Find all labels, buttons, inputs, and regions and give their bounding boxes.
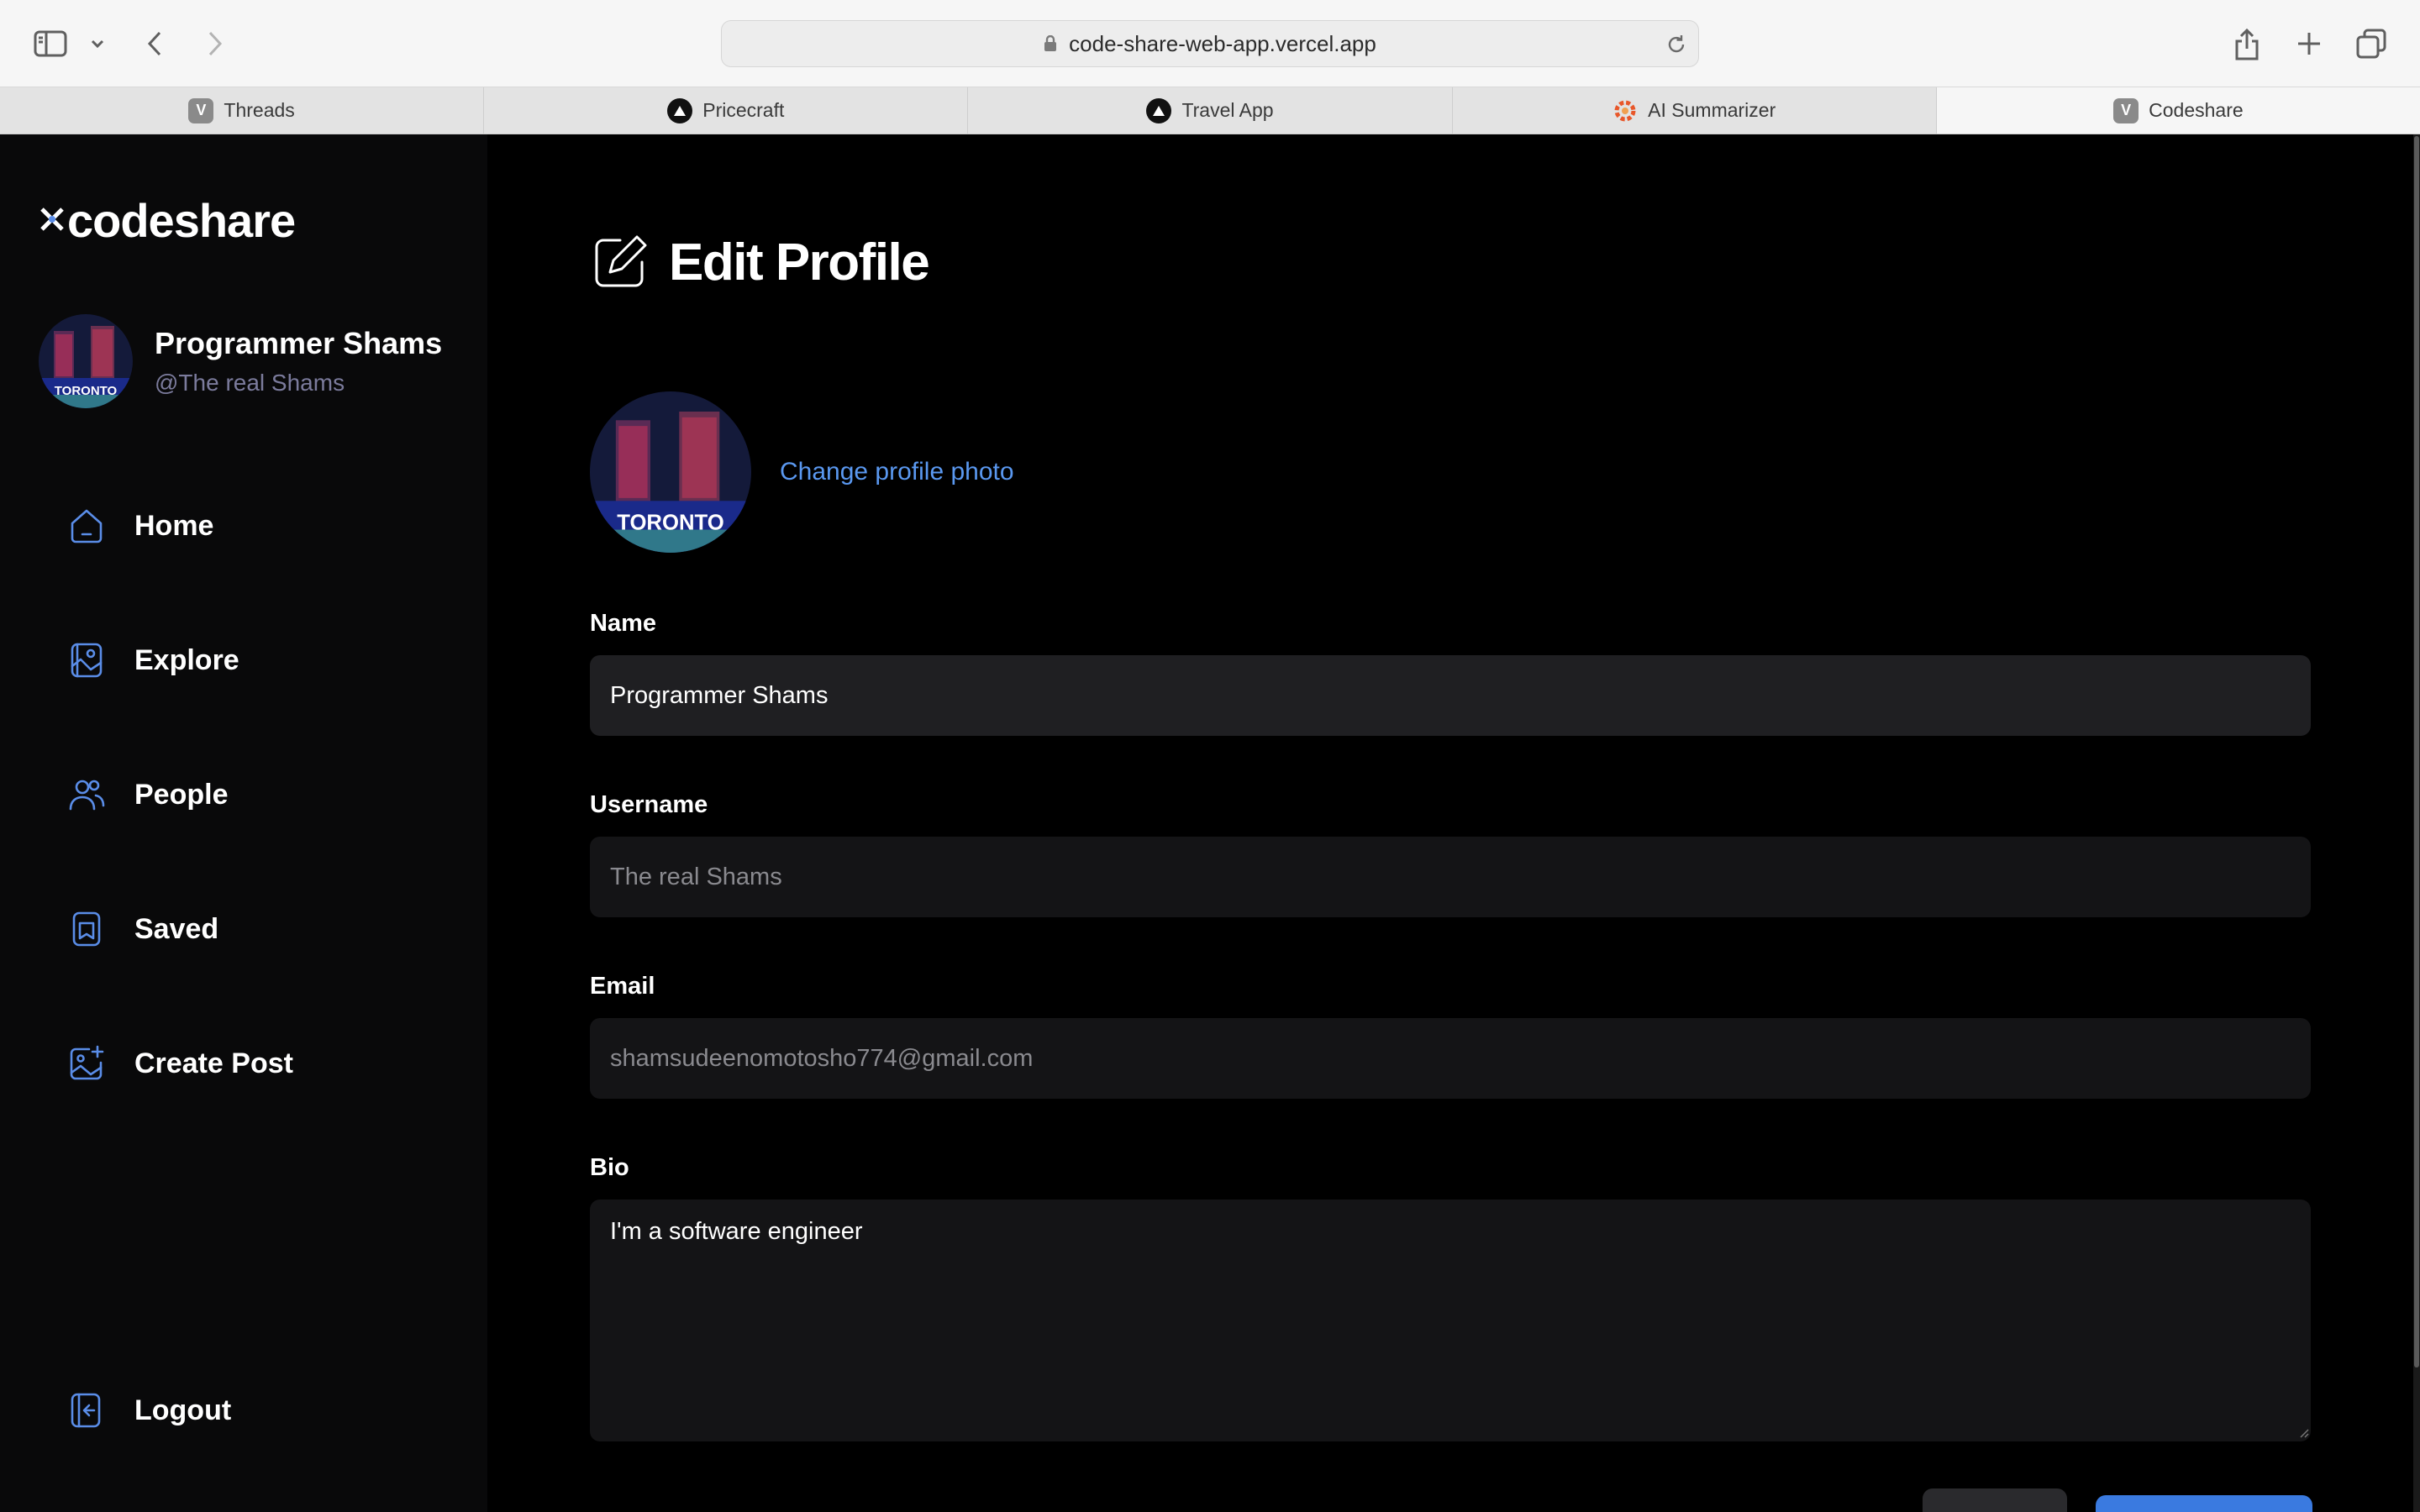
forward-icon[interactable] (197, 25, 234, 62)
sidebar-item-label: Saved (134, 912, 219, 945)
tab-bar: V Threads Pricecraft Travel App AI Summa… (0, 87, 2420, 134)
username-field[interactable]: The real Shams (590, 837, 2311, 917)
tab-pricecraft[interactable]: Pricecraft (484, 87, 969, 134)
logout-icon (71, 1393, 101, 1428)
new-tab-icon[interactable] (2291, 25, 2328, 62)
gear-icon (1612, 98, 1638, 123)
tab-label: AI Summarizer (1648, 99, 1776, 121)
tab-label: Threads (224, 99, 295, 121)
reload-icon[interactable] (1665, 33, 1688, 56)
profile-photo-row: TORONTO Change profile photo (590, 391, 1014, 553)
sidebar-item-label: Home (134, 509, 214, 542)
cancel-button[interactable] (1923, 1488, 2067, 1512)
chevron-down-icon[interactable] (79, 25, 116, 62)
logout-label: Logout (134, 1394, 232, 1426)
lock-icon (1044, 35, 1057, 51)
browser-toolbar: code-share-web-app.vercel.app (0, 0, 2420, 87)
avatar: TORONTO (39, 314, 133, 408)
edit-icon (595, 235, 647, 287)
profile-handle: @The real Shams (155, 370, 345, 396)
profile-photo[interactable]: TORONTO (590, 391, 751, 553)
tab-ai-summarizer[interactable]: AI Summarizer (1453, 87, 1937, 134)
share-icon[interactable] (2228, 25, 2265, 62)
tab-codeshare[interactable]: V Codeshare (1936, 87, 2420, 134)
profile-name: Programmer Shams (155, 326, 443, 360)
logo-x-icon (39, 200, 66, 242)
avatar-text: TORONTO (55, 384, 118, 398)
back-icon[interactable] (136, 25, 173, 62)
image-add-icon (70, 1045, 104, 1080)
scrollbar-thumb[interactable] (2414, 136, 2419, 1368)
home-icon (71, 509, 103, 543)
logout-button[interactable]: Logout (67, 1391, 231, 1430)
resize-handle-icon[interactable] (2299, 1428, 2309, 1438)
change-photo-link[interactable]: Change profile photo (780, 458, 1014, 486)
address-bar[interactable]: code-share-web-app.vercel.app (721, 20, 1699, 67)
people-icon (69, 780, 105, 811)
tab-overview-icon[interactable] (2353, 25, 2390, 62)
sidebar-item-create-post[interactable]: Create Post (67, 1044, 293, 1083)
sidebar-item-label: Explore (134, 643, 239, 676)
triangle-icon (1146, 97, 1172, 123)
vercel-favicon-icon: V (188, 97, 214, 123)
main-content: Edit Profile TORONTO Change profile phot… (487, 134, 2413, 1512)
scrollbar[interactable] (2413, 134, 2420, 1512)
bio-label: Bio (590, 1154, 629, 1181)
url-text: code-share-web-app.vercel.app (1069, 30, 1376, 56)
app-logo[interactable]: codeshare (39, 193, 296, 248)
tab-label: Pricecraft (702, 99, 785, 121)
email-field[interactable]: shamsudeenomotosho774@gmail.com (590, 1018, 2311, 1099)
name-label: Name (590, 610, 656, 637)
bio-textarea[interactable]: I'm a software engineer (590, 1200, 2311, 1441)
vercel-favicon-icon: V (2113, 97, 2139, 123)
username-label: Username (590, 791, 708, 818)
sidebar-toggle-icon[interactable] (32, 25, 69, 62)
avatar-text: TORONTO (617, 512, 724, 535)
sidebar-item-people[interactable]: People (67, 775, 228, 814)
email-label: Email (590, 973, 655, 1000)
tab-travel-app[interactable]: Travel App (968, 87, 1453, 134)
sidebar-profile[interactable]: TORONTO Programmer Shams @The real Shams (39, 314, 442, 408)
update-profile-button[interactable] (2096, 1495, 2312, 1512)
page-header: Edit Profile (590, 232, 930, 292)
page-title: Edit Profile (669, 233, 930, 291)
bookmark-icon (72, 911, 101, 947)
name-field[interactable]: Programmer Shams (590, 655, 2311, 736)
gallery-icon (71, 643, 103, 678)
triangle-icon (667, 97, 693, 123)
left-sidebar: codeshare TORONTO Programmer Shams @The … (0, 134, 487, 1512)
tab-label: Codeshare (2149, 99, 2244, 121)
sidebar-item-home[interactable]: Home (67, 507, 213, 545)
sidebar-item-label: Create Post (134, 1047, 293, 1079)
tab-label: Travel App (1181, 99, 1274, 121)
tab-threads[interactable]: V Threads (0, 87, 485, 134)
sidebar-item-label: People (134, 778, 229, 811)
sidebar-item-explore[interactable]: Explore (67, 641, 239, 680)
logo-text: codeshare (67, 194, 296, 247)
sidebar-item-saved[interactable]: Saved (67, 910, 218, 948)
